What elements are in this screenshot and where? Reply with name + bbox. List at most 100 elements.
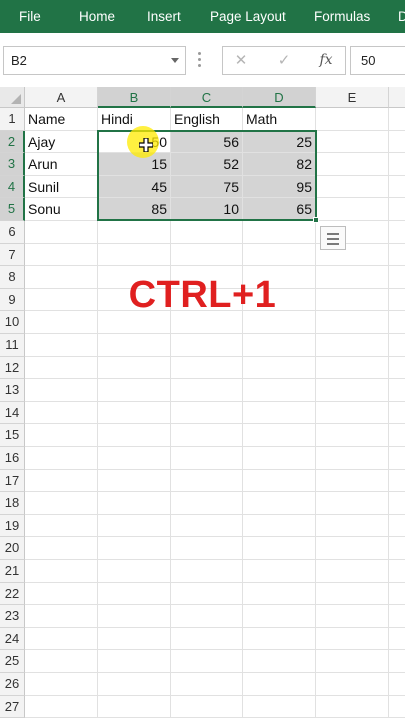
cell-c15[interactable] xyxy=(171,424,243,447)
cell-e27[interactable] xyxy=(316,695,389,719)
cell-e16[interactable] xyxy=(316,447,389,470)
cell-a11[interactable] xyxy=(25,334,98,357)
cell-b7[interactable] xyxy=(98,243,171,267)
cell-a15[interactable] xyxy=(25,424,98,447)
cell-b11[interactable] xyxy=(98,334,171,357)
column-header-f[interactable] xyxy=(389,87,405,108)
cell-e24[interactable] xyxy=(316,627,389,651)
tab-file[interactable]: File xyxy=(19,0,41,33)
cell-f6[interactable] xyxy=(389,221,405,244)
select-all-button[interactable] xyxy=(0,87,25,108)
cell-d17[interactable] xyxy=(243,469,316,493)
cell-b22[interactable] xyxy=(98,582,171,606)
cell-f27[interactable] xyxy=(389,696,405,719)
tab-home[interactable]: Home xyxy=(79,0,115,33)
cell-a22[interactable] xyxy=(25,582,98,606)
cell-c17[interactable] xyxy=(171,469,243,493)
cell-f4[interactable] xyxy=(389,176,405,199)
cell-e3[interactable] xyxy=(316,153,389,176)
cell-d1[interactable]: Math xyxy=(243,108,316,131)
cell-c11[interactable] xyxy=(171,334,243,357)
row-header-25[interactable]: 25 xyxy=(0,650,25,673)
cell-d23[interactable] xyxy=(243,605,316,628)
cell-c13[interactable] xyxy=(171,379,243,402)
cell-d11[interactable] xyxy=(243,334,316,357)
cell-c25[interactable] xyxy=(171,650,243,673)
tab-data[interactable]: D xyxy=(398,0,405,33)
row-header-17[interactable]: 17 xyxy=(0,469,25,493)
cell-e25[interactable] xyxy=(316,650,389,673)
tab-insert[interactable]: Insert xyxy=(147,0,181,33)
quick-analysis-button[interactable] xyxy=(320,226,346,250)
cell-a6[interactable] xyxy=(25,221,98,244)
cell-a4[interactable]: Sunil xyxy=(25,175,98,199)
cancel-icon[interactable]: ✕ xyxy=(226,47,256,74)
cell-d12[interactable] xyxy=(243,356,316,380)
cell-a3[interactable]: Arun xyxy=(25,153,98,176)
row-header-1[interactable]: 1 xyxy=(0,108,25,131)
cell-f13[interactable] xyxy=(389,379,405,402)
cell-c14[interactable] xyxy=(171,401,243,425)
cell-e13[interactable] xyxy=(316,379,389,402)
cell-a24[interactable] xyxy=(25,627,98,651)
cell-f24[interactable] xyxy=(389,628,405,651)
cell-f22[interactable] xyxy=(389,583,405,606)
cell-a16[interactable] xyxy=(25,447,98,470)
row-header-12[interactable]: 12 xyxy=(0,356,25,380)
cell-f11[interactable] xyxy=(389,334,405,357)
cell-d19[interactable] xyxy=(243,514,316,538)
cell-a2[interactable]: Ajay xyxy=(25,130,98,154)
cell-f17[interactable] xyxy=(389,470,405,493)
row-header-4[interactable]: 4 xyxy=(0,175,25,199)
row-header-22[interactable]: 22 xyxy=(0,582,25,606)
row-header-3[interactable]: 3 xyxy=(0,153,25,176)
tab-formulas[interactable]: Formulas xyxy=(314,0,370,33)
cell-b23[interactable] xyxy=(98,605,171,628)
cell-b26[interactable] xyxy=(98,673,171,696)
row-header-16[interactable]: 16 xyxy=(0,447,25,470)
cell-d25[interactable] xyxy=(243,650,316,673)
cell-c6[interactable] xyxy=(171,221,243,244)
cell-c3[interactable]: 52 xyxy=(171,153,243,176)
cell-a21[interactable] xyxy=(25,560,98,583)
cell-d18[interactable] xyxy=(243,492,316,515)
cell-c26[interactable] xyxy=(171,673,243,696)
cell-a5[interactable]: Sonu xyxy=(25,198,98,221)
cell-b21[interactable] xyxy=(98,560,171,583)
row-header-18[interactable]: 18 xyxy=(0,492,25,515)
cell-b5[interactable]: 85 xyxy=(98,198,171,221)
cell-d3[interactable]: 82 xyxy=(243,153,316,176)
insert-function-icon[interactable]: fx xyxy=(311,47,341,74)
cell-f14[interactable] xyxy=(389,402,405,425)
row-header-21[interactable]: 21 xyxy=(0,560,25,583)
cell-c19[interactable] xyxy=(171,514,243,538)
cell-a25[interactable] xyxy=(25,650,98,673)
cell-d4[interactable]: 95 xyxy=(243,175,316,199)
row-header-23[interactable]: 23 xyxy=(0,605,25,628)
cell-a20[interactable] xyxy=(25,537,98,560)
cell-a19[interactable] xyxy=(25,514,98,538)
cell-d26[interactable] xyxy=(243,673,316,696)
formula-input[interactable]: 50 xyxy=(350,46,405,75)
cell-a18[interactable] xyxy=(25,492,98,515)
cell-c12[interactable] xyxy=(171,356,243,380)
cell-c7[interactable] xyxy=(171,243,243,267)
cell-f20[interactable] xyxy=(389,537,405,560)
cell-c23[interactable] xyxy=(171,605,243,628)
cell-f15[interactable] xyxy=(389,424,405,447)
cell-b17[interactable] xyxy=(98,469,171,493)
cell-e23[interactable] xyxy=(316,605,389,628)
cell-b6[interactable] xyxy=(98,221,171,244)
cell-f1[interactable] xyxy=(389,108,405,131)
row-header-27[interactable]: 27 xyxy=(0,695,25,719)
cell-f12[interactable] xyxy=(389,357,405,380)
cell-f23[interactable] xyxy=(389,605,405,628)
cell-c2[interactable]: 56 xyxy=(171,130,243,154)
cell-b27[interactable] xyxy=(98,695,171,719)
cell-f2[interactable] xyxy=(389,131,405,154)
cell-e21[interactable] xyxy=(316,560,389,583)
cell-e4[interactable] xyxy=(316,175,389,199)
cell-d21[interactable] xyxy=(243,560,316,583)
cell-a17[interactable] xyxy=(25,469,98,493)
column-header-d[interactable]: D xyxy=(243,87,316,108)
